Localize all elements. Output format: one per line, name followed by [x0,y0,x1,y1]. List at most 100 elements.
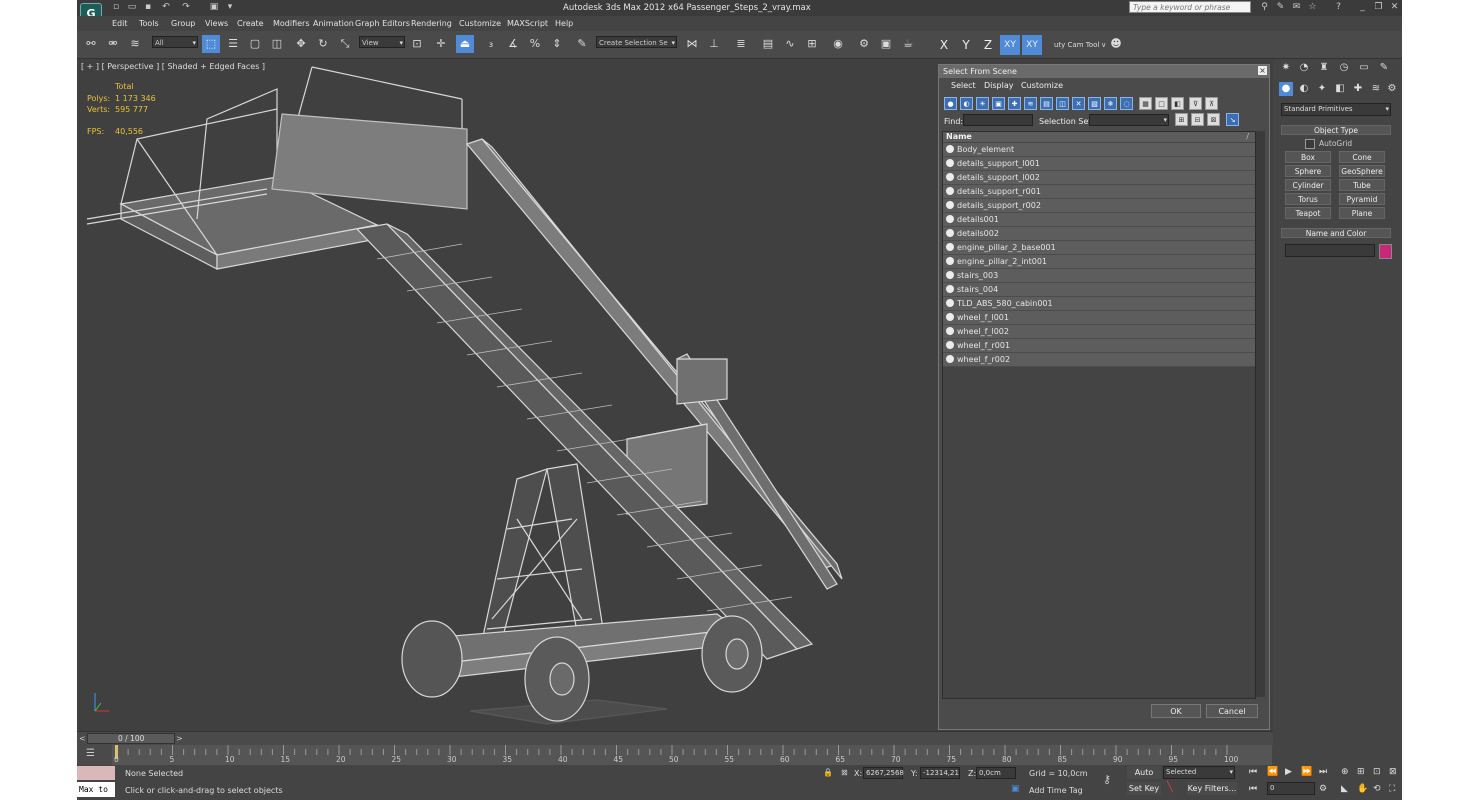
object-name-input[interactable] [1285,244,1375,257]
autogrid-checkbox[interactable] [1305,139,1315,149]
render-production-icon[interactable]: ☕ [899,35,917,53]
binoculars-icon[interactable]: ⚲ [1259,2,1270,13]
plane-button[interactable]: Plane [1339,207,1385,219]
lights-icon[interactable]: ✦ [1315,82,1329,96]
percent-snap-icon[interactable]: % [526,35,544,53]
key-filters-button[interactable]: Key Filters... [1187,782,1237,795]
pan-view-icon[interactable]: ✋ [1357,784,1368,794]
help-icon[interactable]: ? [1333,2,1344,13]
menu-edit[interactable]: Edit [112,19,128,28]
utilities-tab-icon[interactable]: ✎ [1377,61,1391,75]
teapot-button[interactable]: Teapot [1285,207,1331,219]
select-none-icon[interactable]: ⊟ [1191,113,1204,126]
help-search-input[interactable]: Type a keyword or phrase [1129,1,1251,13]
move-icon[interactable]: ✥ [292,35,310,53]
undo-icon[interactable]: ↶ [161,2,171,12]
set-key-pencil-icon[interactable]: ╲ [1167,782,1173,793]
list-item[interactable]: details_support_l002 [943,171,1255,185]
menu-graph-editors[interactable]: Graph Editors [355,19,410,28]
time-configuration-icon[interactable]: ⚙ [1319,784,1327,794]
absolute-mode-icon[interactable]: ⊠ [841,768,848,777]
y-coordinate-field[interactable]: -12314,21 [920,767,960,779]
select-manipulate-icon[interactable]: ✛ [432,35,450,53]
hierarchy-tab-icon[interactable]: ♜ [1317,61,1331,75]
graphite-toolset-icon[interactable]: ▤ [759,35,777,53]
restrict-to-z-button[interactable]: Z [978,35,998,55]
go-to-end-icon[interactable]: ⏭ [1319,767,1327,777]
list-item[interactable]: details002 [943,227,1255,241]
close-icon[interactable]: ✕ [1389,2,1400,13]
align-icon[interactable]: ⊥ [705,35,723,53]
menu-create[interactable]: Create [237,19,264,28]
geosphere-button[interactable]: GeoSphere [1339,165,1385,177]
select-object-icon[interactable]: ⬚ [202,35,220,53]
create-tab-icon[interactable]: ✷ [1279,61,1293,75]
display-geometry-icon[interactable]: ● [944,97,957,110]
menu-animation[interactable]: Animation [313,19,354,28]
snaps-toggle-icon[interactable]: ₃ [482,35,500,53]
menu-modifiers[interactable]: Modifiers [273,19,310,28]
dialog-title-bar[interactable]: Select From Scene × [939,65,1269,78]
modify-tab-icon[interactable]: ◔ [1297,61,1311,75]
list-item[interactable]: details_support_r002 [943,199,1255,213]
menu-group[interactable]: Group [171,19,195,28]
display-all-icon[interactable]: ▦ [1139,97,1152,110]
link-icon[interactable]: ⚯ [82,35,100,53]
column-name-header[interactable]: Name / [943,132,1255,142]
bind-space-warp-icon[interactable]: ≋ [126,35,144,53]
scale-icon[interactable]: ⤡ [336,35,354,53]
geometry-icon[interactable]: ● [1279,82,1293,96]
time-tag-icon[interactable]: ▣ [1011,784,1020,794]
cam-tool-label[interactable]: uty Cam Tool v [1054,41,1106,49]
window-crossing-icon[interactable]: ◫ [268,35,286,53]
restrict-to-xy-button[interactable]: XY [1000,35,1020,55]
ok-button[interactable]: OK [1151,704,1201,718]
cone-button[interactable]: Cone [1339,151,1385,163]
list-scrollbar[interactable] [1255,131,1265,697]
set-key-button[interactable]: Set Key [1127,782,1161,795]
key-mode-toggle-icon[interactable]: ⏮ [1249,784,1257,794]
motion-tab-icon[interactable]: ◷ [1337,61,1351,75]
time-prev-arrow-icon[interactable]: < [79,734,86,743]
torus-button[interactable]: Torus [1285,193,1331,205]
list-item[interactable]: wheel_f_l002 [943,325,1255,339]
display-invert-icon[interactable]: ◧ [1171,97,1184,110]
space-warps-icon[interactable]: ≋ [1369,82,1383,96]
menu-help[interactable]: Help [555,19,573,28]
display-bones-icon[interactable]: ✕ [1072,97,1085,110]
new-file-icon[interactable]: ▫ [111,2,121,12]
sphere-button[interactable]: Sphere [1285,165,1331,177]
rotate-icon[interactable]: ↻ [314,35,332,53]
lock-selection-icon[interactable]: 🔒 [823,768,833,777]
key-icon[interactable]: ⚷ [1103,773,1111,786]
menu-tools[interactable]: Tools [139,19,159,28]
list-item[interactable]: wheel_f_r001 [943,339,1255,353]
name-and-color-rollout[interactable]: Name and Color [1281,228,1391,238]
display-frozen-icon[interactable]: ❄ [1104,97,1117,110]
previous-frame-icon[interactable]: ⏪ [1267,767,1278,777]
restore-icon[interactable]: ❐ [1373,2,1384,13]
dialog-menu-customize[interactable]: Customize [1021,81,1063,90]
time-slider-thumb[interactable]: 0 / 100 [87,733,175,744]
cylinder-button[interactable]: Cylinder [1285,179,1331,191]
tube-button[interactable]: Tube [1339,179,1385,191]
menu-maxscript[interactable]: MAXScript [507,19,548,28]
restrict-to-y-button[interactable]: Y [956,35,976,55]
track-bar[interactable]: 0 5 10 15 20 25 30 35 40 45 50 55 60 65 70 75 80 85 90 95 10… [112,745,1272,765]
find-input[interactable] [963,114,1033,126]
minimize-icon[interactable]: _ [1357,2,1368,13]
list-item[interactable]: details_support_r001 [943,185,1255,199]
dialog-close-icon[interactable]: × [1258,66,1267,75]
orbit-icon[interactable]: ⟲ [1373,784,1381,794]
rendered-frame-window-icon[interactable]: ▣ [877,35,895,53]
zoom-extents-icon[interactable]: ⊡ [1373,767,1381,777]
key-mode-dropdown[interactable]: Selected [1163,766,1235,779]
material-editor-icon[interactable]: ◉ [829,35,847,53]
keyboard-shortcut-override-icon[interactable]: ⏏ [456,35,474,53]
unlink-icon[interactable]: ⚮ [104,35,122,53]
list-item[interactable]: wheel_f_l001 [943,311,1255,325]
cancel-button[interactable]: Cancel [1206,704,1258,718]
time-next-arrow-icon[interactable]: > [176,734,183,743]
display-hidden-icon[interactable]: ◌ [1120,97,1133,110]
select-by-name-icon[interactable]: ☰ [224,35,242,53]
